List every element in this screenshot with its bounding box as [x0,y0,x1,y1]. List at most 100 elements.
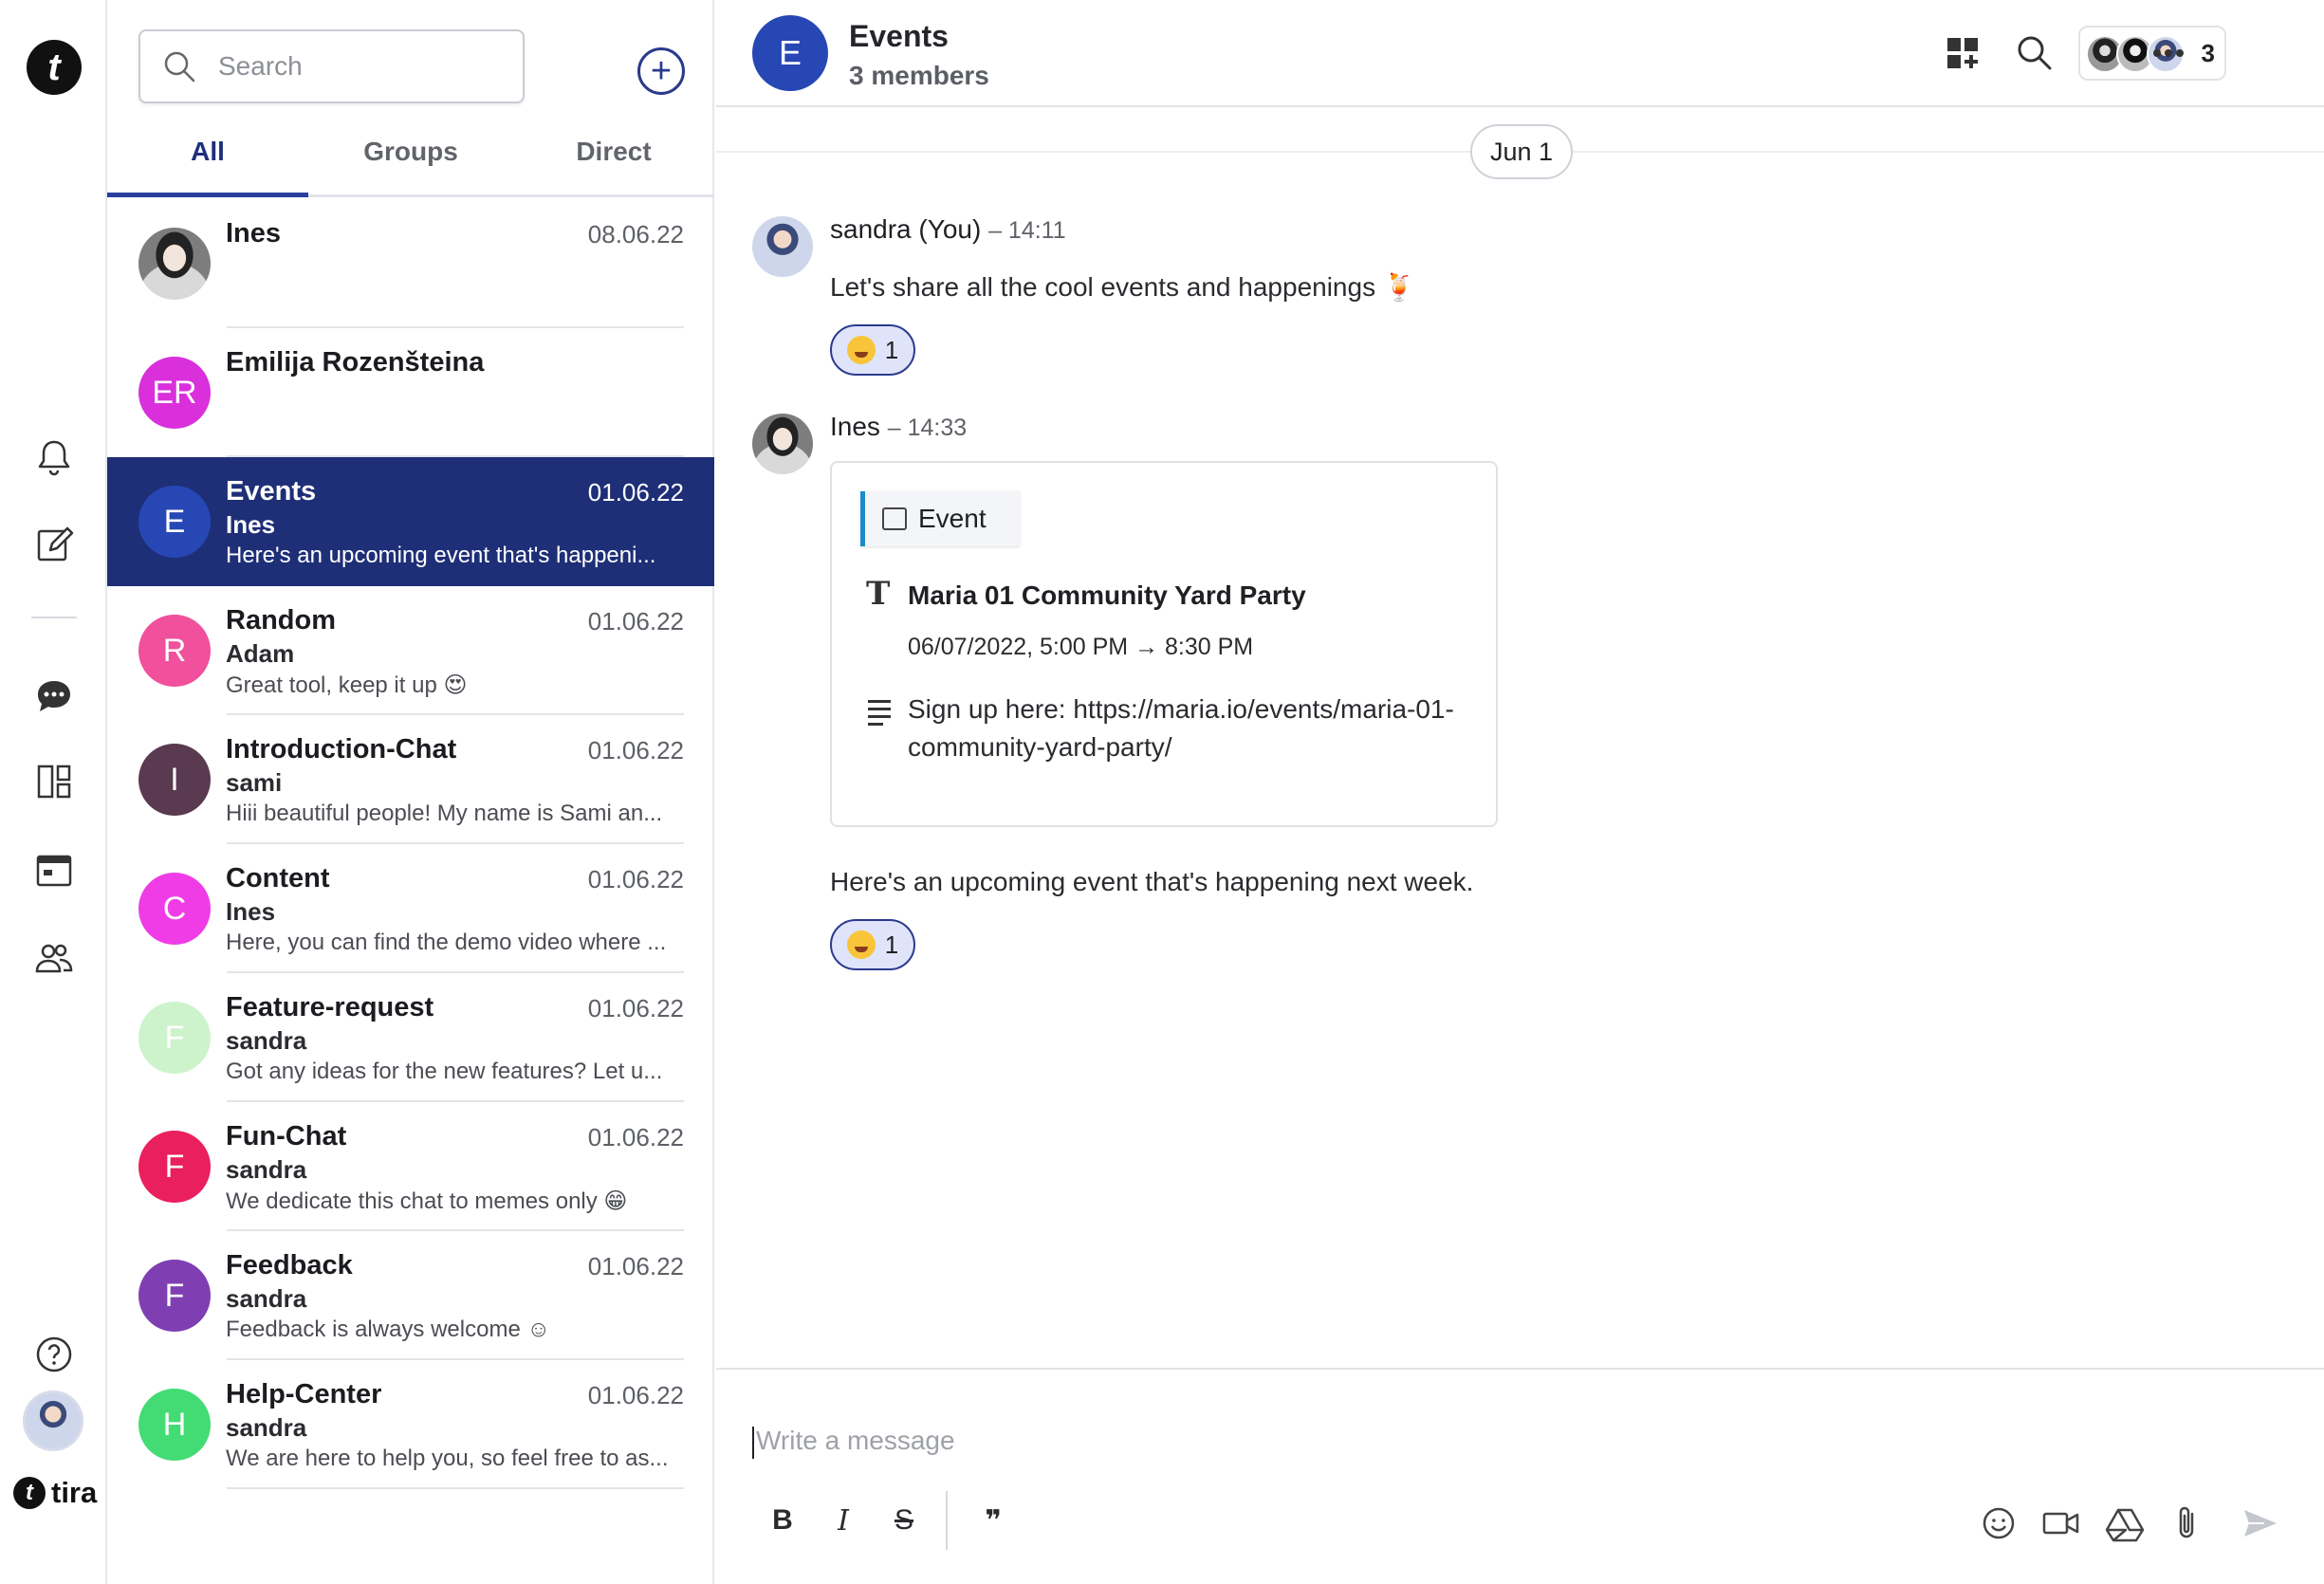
message-time: – 14:11 [988,217,1066,244]
bell-icon[interactable] [31,434,77,480]
avatar: F [138,1260,211,1332]
conversation-title: Events [226,476,317,507]
event-icon [882,507,907,530]
heart-eyes-emoji-icon [846,336,876,364]
tab-all[interactable]: All [107,127,308,197]
compose-icon[interactable] [31,522,77,567]
conversation-item-active[interactable]: E Events 01.06.22 Ines Here's an upcomin… [107,457,714,586]
conversation-title: Feature-request [226,992,434,1022]
bold-button[interactable]: B [764,1504,802,1537]
calendar-icon[interactable] [31,847,77,893]
message-preview: We dedicate this chat to memes only 😁 [226,1188,628,1214]
google-drive-icon[interactable] [2104,1502,2146,1544]
member-count-label: 3 members [849,61,989,90]
message-time: – 14:33 [887,414,968,441]
reaction-button[interactable]: 1 [830,324,915,376]
conversation-date: 01.06.22 [587,1123,684,1151]
avatar: E [138,486,211,558]
last-sender: sandra [226,1284,307,1313]
last-sender: sandra [226,1155,307,1184]
boards-icon[interactable] [31,759,77,804]
event-label-text: Event [918,504,987,533]
conversation-item[interactable]: H Help-Center 01.06.22 sandra We are her… [107,1360,714,1489]
message-header: sandra (You) – 14:11 [830,214,1066,245]
new-chat-button[interactable]: + [637,47,685,95]
plus-icon: + [650,51,673,91]
avatar: ER [138,357,211,429]
people-icon[interactable] [31,935,77,981]
conversation-title: Content [226,863,330,893]
search-box[interactable] [138,29,525,103]
conversation-date: 01.06.22 [587,607,684,635]
channel-avatar[interactable]: E [752,15,828,91]
last-sender: sami [226,768,283,797]
chat-bubble-icon[interactable] [31,673,77,719]
conversation-list-panel: + All Groups Direct Ines 08.06.22 ER Emi… [107,0,714,1584]
conversation-title: Random [226,605,336,635]
conversation-date: 01.06.22 [587,1252,684,1280]
message-preview: Feedback is always welcome ☺ [226,1317,550,1342]
search-input[interactable] [216,50,501,83]
avatar[interactable] [752,414,813,474]
message-author[interactable]: Ines [830,412,880,441]
emoji-icon[interactable] [1978,1502,2020,1544]
add-widget-icon[interactable] [1940,30,1985,76]
rail-divider [31,617,77,618]
last-sender: sandra [226,1026,307,1055]
tab-direct[interactable]: Direct [513,127,714,197]
help-icon[interactable] [31,1332,77,1377]
user-avatar[interactable] [23,1391,83,1451]
member-count: 3 [2201,39,2215,67]
search-icon [164,51,195,83]
conversation-item[interactable]: F Feature-request 01.06.22 sandra Got an… [107,973,714,1102]
message-text: Let's share all the cool events and happ… [830,272,1416,302]
tab-groups[interactable]: Groups [310,127,511,197]
grinning-emoji-icon [846,930,876,959]
avatar: H [138,1389,211,1461]
more-options-icon[interactable] [2146,30,2191,76]
divider [227,1487,684,1489]
conversation-item[interactable]: Ines 08.06.22 [107,199,714,328]
avatar: C [138,873,211,945]
attachment-icon[interactable] [2167,1502,2209,1544]
message-composer: B I S ❞ [716,1368,2324,1584]
reaction-button[interactable]: 1 [830,919,915,970]
avatar: R [138,615,211,687]
conversation-item[interactable]: I Introduction-Chat 01.06.22 sami Hiii b… [107,715,714,844]
strikethrough-button[interactable]: S [885,1504,923,1537]
send-icon[interactable] [2240,1502,2281,1544]
quote-button[interactable]: ❞ [974,1504,1012,1538]
event-card[interactable]: Event T Maria 01 Community Yard Party 06… [830,461,1498,827]
search-icon[interactable] [2012,30,2057,76]
description-icon [868,700,891,730]
conversation-item[interactable]: C Content 01.06.22 Ines Here, you can fi… [107,844,714,973]
conversation-item[interactable]: F Fun-Chat 01.06.22 sandra We dedicate t… [107,1102,714,1231]
message-input[interactable] [754,1417,2177,1464]
conversation-item[interactable]: ER Emilija Rozenšteina [107,328,714,457]
message-preview: Great tool, keep it up 😍 [226,672,468,698]
chat-header: E Events 3 members 3 [716,0,2324,107]
conversation-date: 08.06.22 [587,220,684,249]
conversation-title: Help-Center [226,1379,382,1409]
channel-name[interactable]: Events [849,19,949,54]
message-author[interactable]: sandra (You) [830,214,981,244]
conversation-item[interactable]: R Random 01.06.22 Adam Great tool, keep … [107,586,714,715]
app-logo[interactable]: t [27,40,82,95]
conversation-date: 01.06.22 [587,736,684,764]
brand-name: tira [51,1476,98,1509]
avatar: F [138,1131,211,1203]
message-preview: Here, you can find the demo video where … [226,930,667,955]
title-icon: T [866,575,891,613]
video-call-icon[interactable] [2040,1502,2082,1544]
avatar[interactable] [752,216,813,277]
reaction-count: 1 [884,930,899,959]
conversation-title: Feedback [226,1250,353,1280]
app-rail: t t tira [0,0,107,1584]
filter-tabs: All Groups Direct [107,127,714,197]
italic-button[interactable]: I [824,1504,862,1538]
chat-main: E Events 3 members 3 Jun 1 sandra (You) … [716,0,2324,1584]
event-description[interactable]: Sign up here: https://maria.io/events/ma… [908,691,1458,766]
conversation-item[interactable]: F Feedback 01.06.22 sandra Feedback is a… [107,1231,714,1360]
brand-logo: t tira [13,1476,97,1510]
conversation-title: Emilija Rozenšteina [226,347,485,378]
